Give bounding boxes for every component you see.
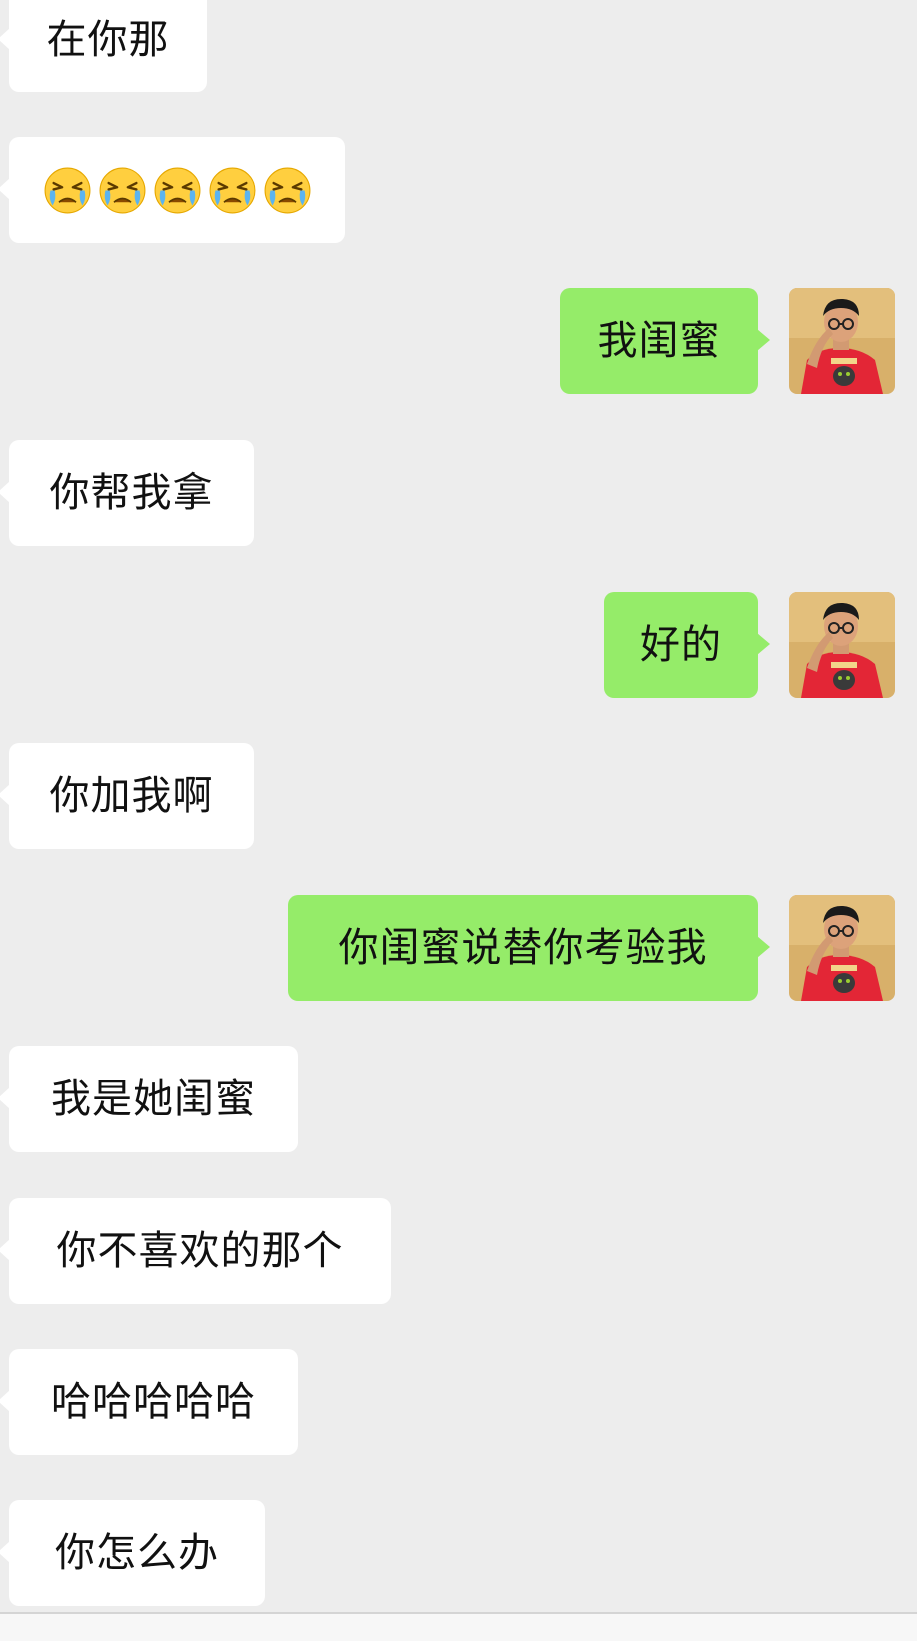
message-bubble[interactable] — [0, 137, 345, 243]
avatar[interactable] — [789, 592, 895, 698]
message-bubble[interactable]: 你闺蜜说替你考验我 — [288, 895, 770, 1001]
message-bubble[interactable]: 我闺蜜 — [560, 288, 770, 394]
message-bubble[interactable]: 哈哈哈哈哈 — [0, 1349, 298, 1455]
message-text: 你闺蜜说替你考验我 — [338, 925, 708, 971]
user-avatar-icon — [789, 288, 895, 394]
message-text: 好的 — [640, 622, 722, 668]
message-text: 你帮我拿 — [49, 470, 214, 516]
message-text: 在你那 — [46, 16, 170, 63]
crying-emoji-icon — [154, 167, 201, 214]
crying-emoji-icon — [99, 167, 146, 214]
crying-emoji-icon — [209, 167, 256, 214]
message-bubble[interactable]: 你帮我拿 — [0, 440, 254, 546]
message-text: 我是她闺蜜 — [51, 1076, 256, 1122]
input-bar[interactable] — [0, 1614, 917, 1641]
message-bubble[interactable]: 好的 — [604, 592, 770, 698]
avatar[interactable] — [789, 288, 895, 394]
message-text: 你加我啊 — [49, 773, 214, 819]
message-bubble[interactable]: 你不喜欢的那个 — [0, 1198, 391, 1304]
chat-window: 在你那 我闺蜜 你帮我拿 好的 你加我啊 你闺蜜说替你考验我 我是她闺蜜 你不喜… — [0, 0, 917, 1641]
crying-emoji-icon — [264, 167, 311, 214]
message-text: 你不喜欢的那个 — [56, 1228, 344, 1274]
user-avatar-icon — [789, 592, 895, 698]
message-bubble[interactable]: 在你那 — [0, 0, 207, 92]
message-bubble[interactable]: 我是她闺蜜 — [0, 1046, 298, 1152]
message-text: 你怎么办 — [55, 1530, 219, 1576]
message-bubble[interactable]: 你怎么办 — [0, 1500, 265, 1606]
message-bubble[interactable]: 你加我啊 — [0, 743, 254, 849]
message-text: 哈哈哈哈哈 — [51, 1379, 256, 1425]
crying-emoji-icon — [44, 167, 91, 214]
avatar[interactable] — [789, 895, 895, 1001]
message-text: 我闺蜜 — [597, 318, 721, 364]
user-avatar-icon — [789, 895, 895, 1001]
